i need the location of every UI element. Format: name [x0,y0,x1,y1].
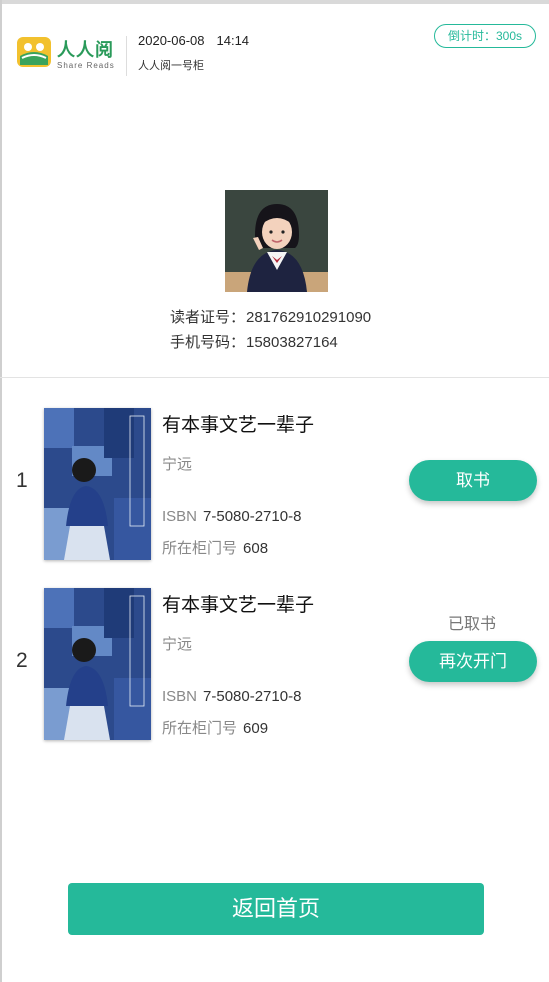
isbn-label: ISBN [162,508,198,525]
header-divider [126,36,127,76]
book-title: 有本事文艺一辈子 [162,415,315,436]
book-cover [44,408,151,560]
reader-avatar [225,190,328,292]
section-divider [0,377,549,378]
card-number: 281762910291090 [246,309,372,326]
book-item: 1 有本事文艺一辈子 宁远 ISBN 7-5080-2710-8 所在柜门号 608… [0,406,549,566]
book-door: 所在柜门号 608 [162,537,268,558]
brand-name: 人人阅 [57,40,114,61]
door-label: 所在柜门号 [162,540,238,557]
door-value: 609 [243,720,269,737]
take-book-button[interactable]: 取书 [409,460,537,501]
book-author: 宁远 [162,456,193,473]
book-author: 宁远 [162,636,193,653]
phone-label: 手机号码： [170,334,246,351]
taken-status: 已取书 [448,616,497,633]
countdown-badge: 倒计时：300s [434,24,536,48]
brand-logo-icon [16,34,52,70]
book-isbn: ISBN 7-5080-2710-8 [162,508,301,525]
book-index: 2 [16,649,28,672]
phone-number: 15803827164 [246,334,338,351]
brand: 人人阅 Share Reads [57,36,115,70]
return-home-button[interactable]: 返回首页 [68,883,484,935]
time: 14:14 [216,33,250,48]
reader-phone-row: 手机号码：15803827164 [170,330,371,355]
book-index: 1 [16,469,28,492]
isbn-value: 7-5080-2710-8 [203,688,302,705]
reopen-door-button[interactable]: 再次开门 [409,641,537,682]
card-label: 读者证号： [170,309,246,326]
reader-info: 读者证号：281762910291090 手机号码：15803827164 [170,305,371,355]
date: 2020-06-08 [138,33,205,48]
brand-subtitle: Share Reads [57,61,115,70]
reader-card-row: 读者证号：281762910291090 [170,305,371,330]
book-item: 2 有本事文艺一辈子 宁远 ISBN 7-5080-2710-8 所在柜门号 609… [0,586,549,746]
book-isbn: ISBN 7-5080-2710-8 [162,688,301,705]
top-border [0,0,549,4]
book-door: 所在柜门号 609 [162,717,268,738]
door-label: 所在柜门号 [162,720,238,737]
door-value: 608 [243,540,269,557]
book-title: 有本事文艺一辈子 [162,595,315,616]
datetime: 2020-06-08 14:14 [138,33,249,48]
isbn-value: 7-5080-2710-8 [203,508,302,525]
isbn-label: ISBN [162,688,198,705]
cabinet-name: 人人阅一号柜 [138,60,204,72]
book-cover [44,588,151,740]
